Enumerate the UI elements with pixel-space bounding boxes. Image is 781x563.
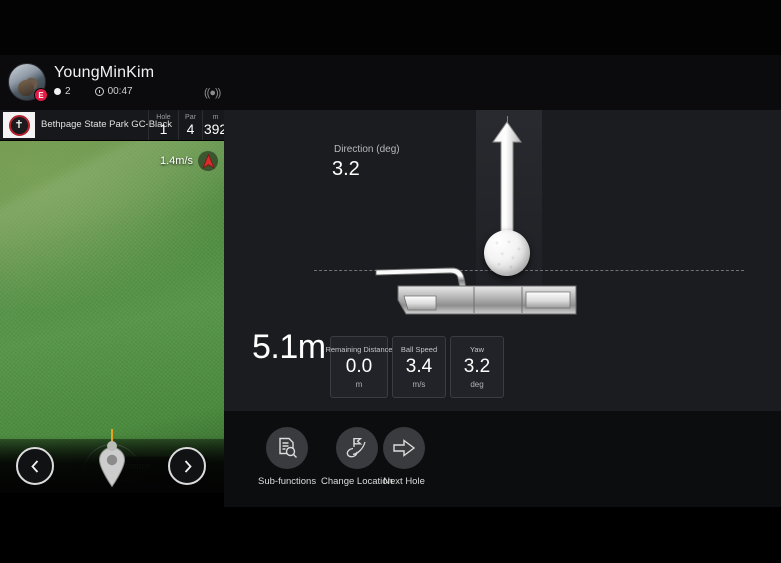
wind-arrow-icon — [198, 151, 218, 171]
chevron-right-icon — [181, 459, 194, 474]
course-logo-icon: ✝ — [3, 112, 35, 138]
wind-speed-value: 1.4m/s — [159, 155, 193, 167]
score-cell-value: 1 — [159, 121, 168, 137]
ball-count-icon — [54, 88, 61, 95]
minimap-nav-bar — [0, 429, 224, 493]
function-bar: Sub-functions Change Location Next Hole — [224, 411, 781, 507]
remaining-distance-large: 5.1m — [252, 328, 326, 366]
direction-value: 3.2 — [332, 158, 360, 180]
stat-label: Ball Speed — [400, 344, 438, 354]
clock-icon — [94, 87, 104, 96]
avatar-rank-badge: E — [34, 88, 48, 102]
stat-unit: deg — [470, 379, 484, 389]
function-label: Next Hole — [383, 476, 425, 487]
pin-top-dot — [107, 441, 117, 451]
wind-indicator: 1.4m/s — [160, 151, 218, 171]
letterbox-top — [0, 0, 781, 55]
scorebar: ✝ Bethpage State Park GC-Black Hole 1 Pa… — [0, 110, 228, 140]
player-name: YoungMinKim — [54, 64, 155, 81]
stat-remaining-distance: Remaining Distance 0.0 m — [325, 336, 393, 398]
player-meta: 2 00:47 — [54, 86, 133, 97]
main-panel: Direction (deg) 3.2 5.1m Remaining Dista… — [224, 110, 781, 411]
map-prev-button[interactable] — [16, 447, 54, 485]
wifi-icon: ((●)) — [204, 87, 221, 99]
chevron-left-icon — [29, 459, 42, 474]
next-hole-button[interactable]: Next Hole — [383, 427, 425, 487]
stat-label: Yaw — [469, 344, 485, 354]
score-cell-value: 4 — [186, 121, 195, 137]
course-logo-emblem: ✝ — [8, 114, 30, 136]
stat-value: 0.0 — [345, 355, 373, 377]
letterbox-bottom — [0, 507, 781, 563]
header-bar: E YoungMinKim 2 00:47 ((●)) Putter ▾ — [0, 55, 781, 158]
stat-value: 3.4 — [405, 355, 433, 377]
golf-simulator-screen: E YoungMinKim 2 00:47 ((●)) Putter ▾ — [0, 0, 781, 563]
score-cell-hole: Hole 1 — [148, 110, 178, 140]
document-search-icon — [266, 427, 309, 469]
direction-label: Direction (deg) — [334, 144, 400, 155]
map-pin-icon[interactable] — [95, 429, 129, 491]
flag-club-icon — [335, 427, 378, 469]
stat-label: Remaining Distance — [325, 344, 393, 354]
score-cell-par: Par 4 — [178, 110, 202, 140]
stat-unit: m — [355, 379, 363, 389]
putter-club-icon — [374, 258, 584, 324]
map-next-button[interactable] — [168, 447, 206, 485]
ball-count-value: 2 — [65, 86, 71, 97]
stat-yaw: Yaw 3.2 deg — [450, 336, 504, 398]
avatar[interactable]: E — [8, 63, 48, 102]
stat-value: 3.2 — [463, 355, 491, 377]
stat-ball-speed: Ball Speed 3.4 m/s — [392, 336, 446, 398]
stat-unit: m/s — [412, 379, 426, 389]
timer-value: 00:47 — [107, 86, 133, 97]
timer: 00:47 — [94, 86, 133, 97]
sub-functions-button[interactable]: Sub-functions — [258, 427, 316, 487]
aim-arrow-icon — [486, 120, 528, 240]
function-label: Sub-functions — [258, 476, 317, 487]
arrow-right-icon — [383, 427, 425, 469]
